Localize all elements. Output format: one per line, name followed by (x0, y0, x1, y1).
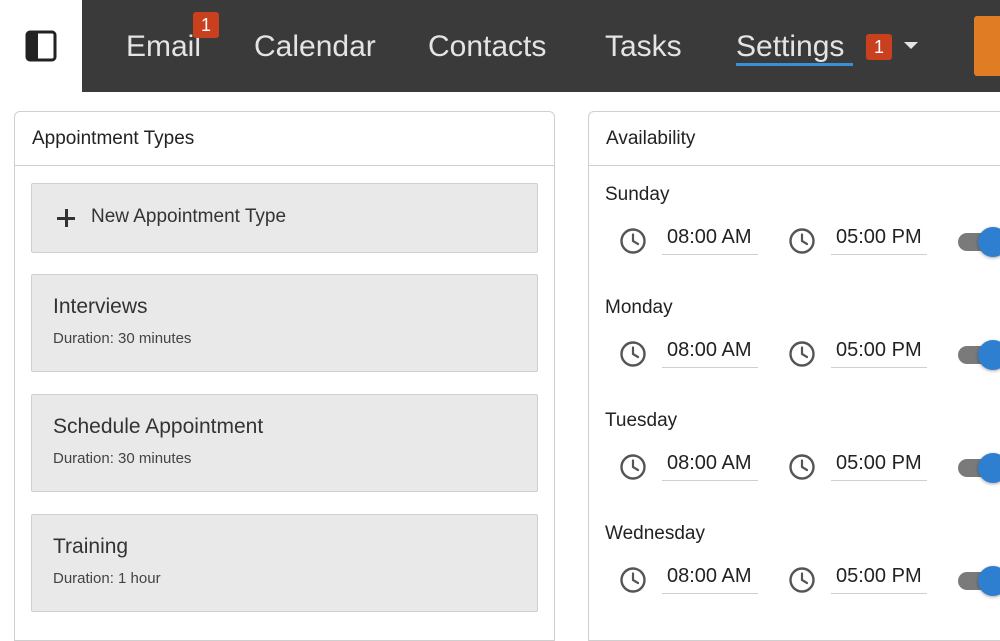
appointment-type-card[interactable]: Interviews Duration: 30 minutes (31, 274, 538, 372)
nav-tab-tasks-label: Tasks (605, 30, 682, 63)
appointment-type-name: Schedule Appointment (53, 415, 264, 438)
start-time-input-tuesday[interactable]: 08:00 AM (662, 449, 758, 481)
nav-tab-email-label: Email (126, 30, 202, 63)
nav-tab-email[interactable]: Email (126, 26, 201, 68)
appointment-type-name: Interviews (53, 295, 148, 318)
clock-icon (620, 567, 646, 593)
appointment-type-duration: Duration: 1 hour (53, 570, 161, 587)
availability-title: Availability (589, 112, 1000, 166)
clock-icon (789, 341, 815, 367)
start-time-input-monday[interactable]: 08:00 AM (662, 336, 758, 368)
nav-tab-contacts-label: Contacts (428, 30, 547, 63)
availability-toggle-sunday[interactable] (958, 225, 1000, 257)
nav-tab-settings[interactable]: Settings (736, 26, 844, 68)
settings-dropdown-caret-icon[interactable] (904, 42, 918, 49)
plus-icon (57, 209, 75, 227)
day-label-tuesday: Tuesday (605, 410, 678, 431)
user-action-button[interactable] (974, 16, 1000, 76)
active-tab-indicator (736, 63, 853, 66)
end-time-input-sunday[interactable]: 05:00 PM (831, 223, 927, 255)
clock-icon (789, 567, 815, 593)
toggle-knob (978, 453, 1000, 483)
clock-icon (789, 228, 815, 254)
sidebar-toggle-button[interactable] (0, 0, 82, 92)
appointment-type-duration: Duration: 30 minutes (53, 330, 192, 347)
clock-icon (620, 228, 646, 254)
nav-tab-contacts[interactable]: Contacts (428, 26, 546, 68)
toggle-knob (978, 227, 1000, 257)
nav-tab-calendar[interactable]: Calendar (254, 26, 376, 68)
appointment-type-name: Training (53, 535, 129, 558)
end-time-input-monday[interactable]: 05:00 PM (831, 336, 927, 368)
clock-icon (620, 454, 646, 480)
nav-tab-calendar-label: Calendar (254, 30, 376, 63)
end-time-input-tuesday[interactable]: 05:00 PM (831, 449, 927, 481)
day-label-wednesday: Wednesday (605, 523, 705, 544)
start-time-input-sunday[interactable]: 08:00 AM (662, 223, 758, 255)
availability-toggle-wednesday[interactable] (958, 564, 1000, 596)
start-time-input-wednesday[interactable]: 08:00 AM (662, 562, 758, 594)
appointment-types-panel: Appointment Types New Appointment Type I… (14, 111, 555, 641)
top-nav-bar: Email 1 Calendar Contacts Tasks Settings… (0, 0, 1000, 92)
appointment-type-card[interactable]: Training Duration: 1 hour (31, 514, 538, 612)
appointment-type-duration: Duration: 30 minutes (53, 450, 192, 467)
clock-icon (620, 341, 646, 367)
availability-toggle-tuesday[interactable] (958, 451, 1000, 483)
sidebar-panel-icon (25, 30, 57, 62)
new-appointment-type-label: New Appointment Type (91, 206, 287, 227)
availability-toggle-monday[interactable] (958, 338, 1000, 370)
nav-tab-tasks[interactable]: Tasks (605, 26, 682, 68)
clock-icon (789, 454, 815, 480)
toggle-knob (978, 340, 1000, 370)
email-notification-badge: 1 (193, 12, 219, 38)
nav-tab-settings-label: Settings (736, 30, 845, 63)
day-label-sunday: Sunday (605, 184, 670, 205)
settings-notification-badge: 1 (866, 34, 892, 60)
toggle-knob (978, 566, 1000, 596)
appointment-types-title: Appointment Types (15, 112, 554, 166)
appointment-type-card[interactable]: Schedule Appointment Duration: 30 minute… (31, 394, 538, 492)
availability-panel: Availability Sunday 08:00 AM 05:00 PM Mo… (588, 111, 1000, 641)
day-label-monday: Monday (605, 297, 673, 318)
end-time-input-wednesday[interactable]: 05:00 PM (831, 562, 927, 594)
new-appointment-type-button[interactable]: New Appointment Type (31, 183, 538, 253)
